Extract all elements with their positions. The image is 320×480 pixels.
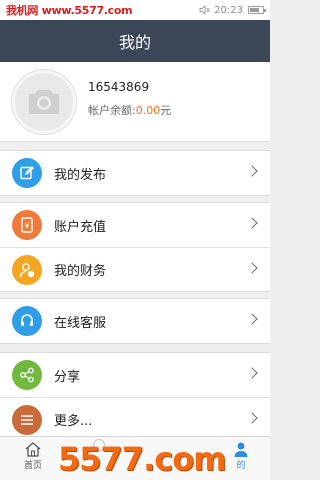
menu-item-more[interactable]: 更多...	[0, 397, 270, 441]
balance-value: 0.00	[135, 104, 161, 117]
menu-item-recharge[interactable]: ¥ 账户充值	[0, 203, 270, 247]
edit-icon	[12, 158, 42, 188]
page-title-bar: 我的	[0, 20, 270, 62]
tab-home[interactable]: 首页	[18, 441, 48, 471]
recharge-icon: ¥	[12, 210, 42, 240]
menu-group-more: 分享 更多...	[0, 352, 270, 442]
tab-home-label: 首页	[23, 461, 42, 471]
menu-group-publish: 我的发布	[0, 150, 270, 196]
chevron-right-icon	[246, 412, 258, 424]
menu-item-more-label: 更多...	[54, 414, 93, 429]
account-balance: 帐户余额:0.00元	[88, 102, 171, 118]
mute-icon	[199, 5, 211, 15]
list-icon	[12, 404, 42, 435]
menu-item-finance-label: 我的财务	[54, 264, 107, 279]
user-icon	[234, 442, 248, 457]
chevron-right-icon	[246, 262, 258, 274]
menu-item-share-label: 分享	[54, 369, 81, 385]
menu-item-recharge-label: 账户充值	[54, 219, 107, 235]
menu-group-service: 在线客服	[0, 298, 270, 344]
headset-icon	[12, 306, 42, 336]
menu-item-share[interactable]: 分享	[0, 353, 270, 397]
menu-item-finance[interactable]: 我的财务	[0, 247, 270, 291]
watermark-brand: 5577.com	[58, 440, 227, 478]
svg-text:¥: ¥	[24, 222, 29, 231]
status-time: 20:23	[214, 4, 243, 16]
watermark-top: 我机网 www.5577.com	[6, 4, 133, 17]
balance-unit: 元	[160, 104, 172, 117]
menu-item-service[interactable]: 在线客服	[0, 299, 270, 343]
menu-group-account: ¥ 账户充值 我的财务	[0, 202, 270, 292]
avatar[interactable]	[12, 70, 76, 134]
user-id: 16543869	[88, 80, 150, 94]
profile-card: 16543869 帐户余额:0.00元	[0, 62, 270, 142]
status-bar: 我机网 www.5577.com 20:23	[0, 0, 270, 20]
status-indicators: 20:23	[199, 4, 266, 16]
tab-mine-label: 的	[236, 461, 246, 471]
menu-item-service-label: 在线客服	[54, 315, 107, 331]
menu-item-publish-label: 我的发布	[54, 167, 107, 183]
share-icon	[12, 360, 42, 390]
chevron-right-icon	[246, 367, 258, 379]
chevron-right-icon	[246, 313, 258, 325]
battery-icon	[248, 6, 266, 14]
tab-mine[interactable]: 的	[226, 441, 256, 471]
home-icon	[25, 442, 41, 457]
camera-icon	[29, 90, 59, 114]
balance-label: 帐户余额:	[88, 104, 136, 117]
chevron-right-icon	[246, 217, 258, 229]
finance-icon	[12, 254, 42, 285]
page-title: 我的	[118, 33, 151, 52]
chevron-right-icon	[246, 165, 258, 177]
menu-item-publish[interactable]: 我的发布	[0, 151, 270, 195]
